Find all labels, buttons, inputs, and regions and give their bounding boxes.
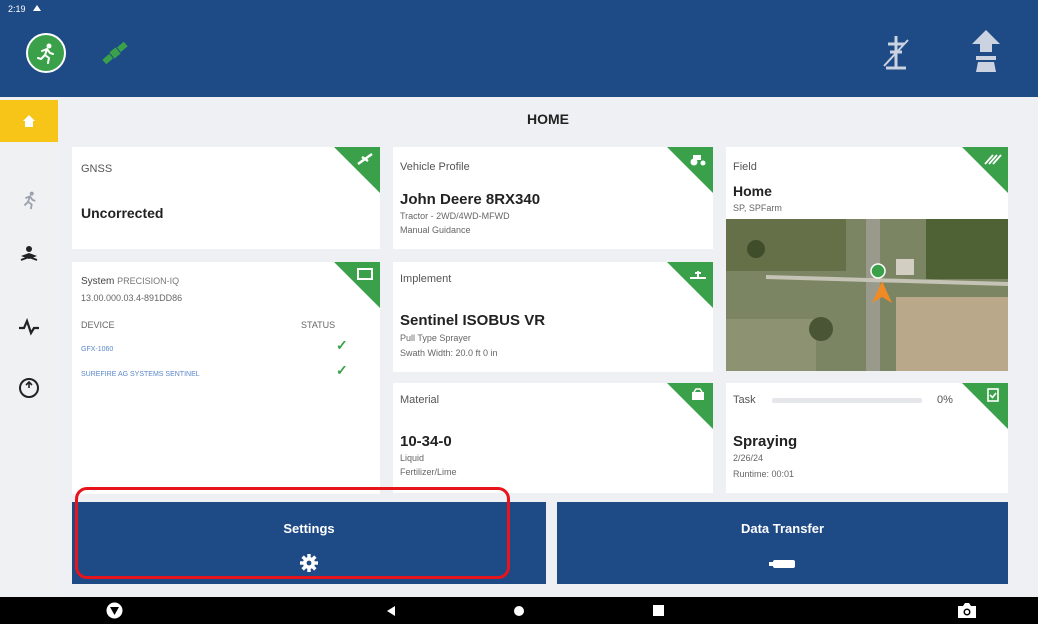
field-rows-icon <box>984 154 1002 165</box>
android-status-bar: 2:19 <box>0 0 1038 22</box>
sidebar-item-home[interactable] <box>0 100 58 142</box>
run-status-button[interactable] <box>26 33 66 73</box>
material-card[interactable]: Material 10-34-0 Liquid Fertilizer/Lime <box>393 383 713 493</box>
task-card[interactable]: Task 0% Spraying 2/26/24 Runtime: 00:01 <box>726 383 1008 493</box>
vehicle-position-icon <box>870 263 892 303</box>
sidebar-item-diagnostics[interactable] <box>0 306 58 348</box>
data-transfer-label: Data Transfer <box>740 521 825 536</box>
vehicle-profile-card[interactable]: Vehicle Profile John Deere 8RX340 Tracto… <box>393 147 713 249</box>
gnss-title: GNSS <box>81 163 113 175</box>
sidebar-item-uft[interactable] <box>0 367 58 409</box>
annotation-highlight <box>75 487 510 579</box>
clipboard-check-icon <box>987 388 999 402</box>
task-progress-label: 0% <box>937 394 953 406</box>
implement-swath: Swath Width: 20.0 ft 0 in <box>400 348 498 358</box>
vehicle-guidance: Manual Guidance <box>400 225 471 235</box>
device-name: SUREFIRE AG SYSTEMS SENTINEL <box>81 371 200 378</box>
field-title: Field <box>733 161 757 173</box>
camera-icon[interactable] <box>957 602 977 619</box>
pulse-icon <box>19 318 39 336</box>
home-icon <box>23 115 35 127</box>
gnss-card[interactable]: GNSS Uncorrected <box>72 147 380 249</box>
task-progress-bar <box>772 398 922 403</box>
device-name: GFX-1060 <box>81 346 114 353</box>
recents-icon[interactable] <box>653 605 664 616</box>
satellite-map-image <box>726 219 1008 371</box>
satellite-icon <box>357 152 373 166</box>
back-icon[interactable] <box>386 605 396 617</box>
antenna-disconnected-icon[interactable] <box>880 32 912 72</box>
implement-type: Pull Type Sprayer <box>400 333 471 343</box>
implement-name: Sentinel ISOBUS VR <box>400 312 546 329</box>
runner-icon <box>23 191 36 210</box>
trimble-logo-icon[interactable] <box>106 602 123 619</box>
status-header: STATUS <box>301 320 336 330</box>
device-header: DEVICE <box>81 320 115 330</box>
display-icon <box>357 268 373 280</box>
implement-title: Implement <box>400 273 452 285</box>
cloud-icon <box>33 5 42 11</box>
system-version: 13.00.000.03.4-891DD86 <box>81 293 183 303</box>
sprayer-icon <box>690 271 706 279</box>
android-nav-bar <box>0 597 1038 624</box>
vehicle-title: Vehicle Profile <box>400 161 470 173</box>
material-name: 10-34-0 <box>400 433 452 450</box>
field-name: Home <box>733 183 772 199</box>
system-title: System <box>81 276 115 287</box>
task-runtime: Runtime: 00:01 <box>733 469 795 479</box>
system-card[interactable]: System PRECISION-IQ 13.00.000.03.4-891DD… <box>72 262 380 494</box>
material-form: Liquid <box>400 453 425 463</box>
gnss-status: Uncorrected <box>81 205 164 221</box>
vehicle-name: John Deere 8RX340 <box>400 191 541 208</box>
spray-tank-icon <box>692 388 704 400</box>
field-card[interactable]: Field Home SP, SPFarm <box>726 147 1008 371</box>
sidebar-item-run[interactable] <box>0 179 58 221</box>
antenna-upload-icon[interactable] <box>966 28 1006 74</box>
field-location: SP, SPFarm <box>733 203 782 213</box>
system-product: PRECISION-IQ <box>117 276 180 286</box>
task-date: 2/26/24 <box>733 453 764 463</box>
page-title: HOME <box>527 111 569 127</box>
vehicle-type: Tractor - 2WD/4WD-MFWD <box>400 211 510 221</box>
data-transfer-button[interactable]: Data Transfer <box>557 502 1008 584</box>
uft-icon <box>19 378 39 398</box>
material-category: Fertilizer/Lime <box>400 467 457 477</box>
app-window: 2:19 HOME GNSS Uncorrected System PRECIS… <box>0 0 1038 624</box>
status-ok-icon: ✓ <box>336 362 348 378</box>
usb-drive-icon <box>769 560 795 568</box>
sidebar <box>0 97 58 597</box>
tractor-icon <box>690 155 706 166</box>
field-map[interactable] <box>726 219 1008 371</box>
material-title: Material <box>400 394 440 406</box>
task-title: Task <box>733 394 756 406</box>
satellite-icon[interactable] <box>100 38 130 68</box>
sidebar-item-guidance[interactable] <box>0 233 58 275</box>
task-name: Spraying <box>733 433 798 450</box>
status-time: 2:19 <box>8 4 26 14</box>
status-ok-icon: ✓ <box>336 337 348 353</box>
implement-card[interactable]: Implement Sentinel ISOBUS VR Pull Type S… <box>393 262 713 372</box>
home-nav-icon[interactable] <box>513 605 525 617</box>
runner-icon <box>37 43 54 64</box>
layers-icon <box>20 246 38 261</box>
